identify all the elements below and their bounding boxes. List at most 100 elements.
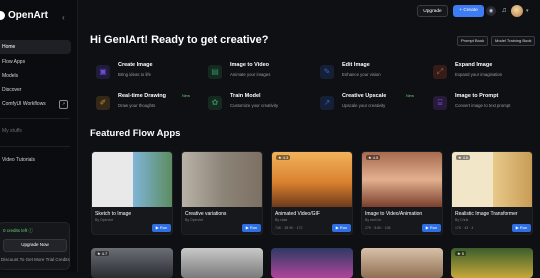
card-thumbnail <box>92 152 172 207</box>
page-title: Hi GenIArt! Ready to get creative? <box>90 34 269 46</box>
rating-badge: ★ 4.3 <box>276 155 291 160</box>
sidebar-item-flow-apps[interactable]: Flow Apps <box>0 55 71 69</box>
tool-title: Creative Upscale <box>342 93 387 99</box>
flow-app-card[interactable]: ★ 4.6 Realistic Image Transformer By Chris… <box>451 151 533 235</box>
upgrade-now-button[interactable]: Upgrade Now <box>3 239 67 252</box>
flow-app-card[interactable]: ★ 4.5 Image to Video/Animation By neil.f.t… <box>361 151 443 235</box>
tool-edit-image[interactable]: ✎ Edit Image Enhance your vision <box>314 60 419 82</box>
credits-count: 0 credits left ⓘ <box>3 228 34 233</box>
tool-title: Edit Image <box>342 62 370 68</box>
tool-creative-upscale[interactable]: ↗ Creative Upscale Upscale your creativity… <box>314 91 419 113</box>
flow-app-card[interactable] <box>181 248 263 278</box>
flow-app-card[interactable] <box>271 248 353 278</box>
sidebar-divider <box>0 118 70 119</box>
credits-panel: 0 credits left ⓘ Upgrade Now Discount To… <box>0 222 70 270</box>
tool-create-image[interactable]: ▣ Create Image Bring ideas to life <box>90 60 195 82</box>
external-link-icon: ↗ <box>59 100 68 109</box>
run-button[interactable]: ▶ Run <box>242 224 261 232</box>
sidebar: OpenArt ‹ Home Flow Apps Models Discover… <box>0 0 78 272</box>
upgrade-button[interactable]: Upgrade <box>417 5 448 17</box>
tool-title: Image to Video <box>230 62 270 68</box>
edit-icon: ✎ <box>320 65 334 79</box>
sidebar-item-models[interactable]: Models <box>0 69 71 83</box>
card-author: By OpenArt <box>95 218 114 222</box>
expand-icon: ⤢ <box>433 65 447 79</box>
flow-app-card[interactable]: Sketch to Image By OpenArt ▶ Run <box>91 151 173 235</box>
model-training-book-button[interactable]: Model Training Book <box>491 36 536 46</box>
run-button[interactable]: ▶ Run <box>152 224 171 232</box>
tool-subtitle: Upscale your creativity <box>342 103 386 108</box>
card-stats: 74K · 38.9K · 172 <box>275 226 303 230</box>
tool-subtitle: Draw your thoughts <box>118 103 156 108</box>
tool-train-model[interactable]: ✿ Train Model Customize your creativity <box>202 91 307 113</box>
rating-badge: ★ 4.6 <box>456 155 471 160</box>
prompt-icon: ⌸ <box>433 96 447 110</box>
model-icon: ✿ <box>208 96 222 110</box>
sidebar-item-home[interactable]: Home <box>0 40 71 54</box>
tool-subtitle: Bring ideas to life <box>118 72 151 77</box>
flow-app-card[interactable]: ★ 5 <box>451 248 533 278</box>
flow-app-card[interactable]: ★ 4.7 <box>91 248 173 278</box>
tool-subtitle: Enhance your vision <box>342 72 381 77</box>
bell-icon[interactable]: ♫ <box>499 6 509 16</box>
card-title: Creative variations <box>185 211 227 217</box>
tool-expand-image[interactable]: ⤢ Expand Image Expand your imagination <box>427 60 532 82</box>
sidebar-item-label: Discover <box>2 87 22 93</box>
card-author: By vioia <box>275 218 288 222</box>
card-stats: 27K · 8.8K · 108 <box>365 226 391 230</box>
video-tutorials-link[interactable]: Video Tutorials <box>2 157 35 163</box>
sidebar-item-label: Home <box>2 44 16 50</box>
flow-app-card[interactable] <box>361 248 443 278</box>
run-button[interactable]: ▶ Run <box>512 224 531 232</box>
sidebar-item-label: Models <box>2 73 19 79</box>
tool-title: Real-time Drawing <box>118 93 166 99</box>
run-button[interactable]: ▶ Run <box>332 224 351 232</box>
card-author: By Chris <box>455 218 469 222</box>
card-thumbnail <box>452 152 532 207</box>
video-icon: ▤ <box>208 65 222 79</box>
avatar[interactable] <box>511 5 523 17</box>
brand[interactable]: OpenArt <box>0 10 48 21</box>
rating-badge: ★ 4.5 <box>366 155 381 160</box>
sidebar-divider <box>0 146 70 147</box>
tool-subtitle: Convert image to text prompt <box>455 103 511 108</box>
sidebar-item-label: ComfyUI Workflows <box>2 101 46 107</box>
chevron-down-icon[interactable]: ▾ <box>526 8 529 14</box>
card-stats: 17K · 43 · 4 <box>455 226 474 230</box>
collapse-sidebar-icon[interactable]: ‹ <box>62 13 65 22</box>
flow-app-card[interactable]: Creative variations By OpenArt ▶ Run <box>181 151 263 235</box>
openart-logo-icon <box>0 11 5 20</box>
featured-flow-apps-heading: Featured Flow Apps <box>90 128 181 139</box>
tool-title: Image to Prompt <box>455 93 499 99</box>
sidebar-item-comfyui-workflows[interactable]: ComfyUI Workflows ↗ <box>0 97 71 111</box>
card-title: Sketch to Image <box>95 211 132 217</box>
rating-badge: ★ 5 <box>455 251 466 256</box>
tool-title: Train Model <box>230 93 261 99</box>
tool-image-to-prompt[interactable]: ⌸ Image to Prompt Convert image to text pr… <box>427 91 532 113</box>
prompt-book-button[interactable]: Prompt Book <box>457 36 489 46</box>
tool-title: Create Image <box>118 62 153 68</box>
my-stuffs-label: My stuffs <box>2 128 22 134</box>
brush-icon: ✐ <box>96 96 110 110</box>
tool-title: Expand Image <box>455 62 493 68</box>
card-author: By OpenArt <box>185 218 204 222</box>
discount-link[interactable]: Discount To Get More Trial Credits <box>1 257 70 262</box>
tool-subtitle: Animate your images <box>230 72 271 77</box>
card-title: Realistic Image Transformer <box>455 211 518 217</box>
sidebar-item-label: Flow Apps <box>2 59 26 65</box>
new-badge: New <box>182 93 191 98</box>
tool-real-time-drawing[interactable]: ✐ Real-time Drawing Draw your thoughts New <box>90 91 195 113</box>
card-thumbnail <box>272 152 352 207</box>
run-button[interactable]: ▶ Run <box>422 224 441 232</box>
discord-icon[interactable]: ◉ <box>486 6 496 16</box>
flow-app-card[interactable]: ★ 4.3 Animated Video/GIF By vioia 74K · 38.… <box>271 151 353 235</box>
sidebar-item-discover[interactable]: Discover <box>0 83 71 97</box>
image-icon: ▣ <box>96 65 110 79</box>
tool-subtitle: Expand your imagination <box>455 72 503 77</box>
tool-image-to-video[interactable]: ▤ Image to Video Animate your images <box>202 60 307 82</box>
card-thumbnail <box>362 152 442 207</box>
card-thumbnail <box>182 152 262 207</box>
create-button[interactable]: + Create <box>453 5 484 17</box>
card-title: Image to Video/Animation <box>365 211 423 217</box>
new-badge: New <box>406 93 415 98</box>
